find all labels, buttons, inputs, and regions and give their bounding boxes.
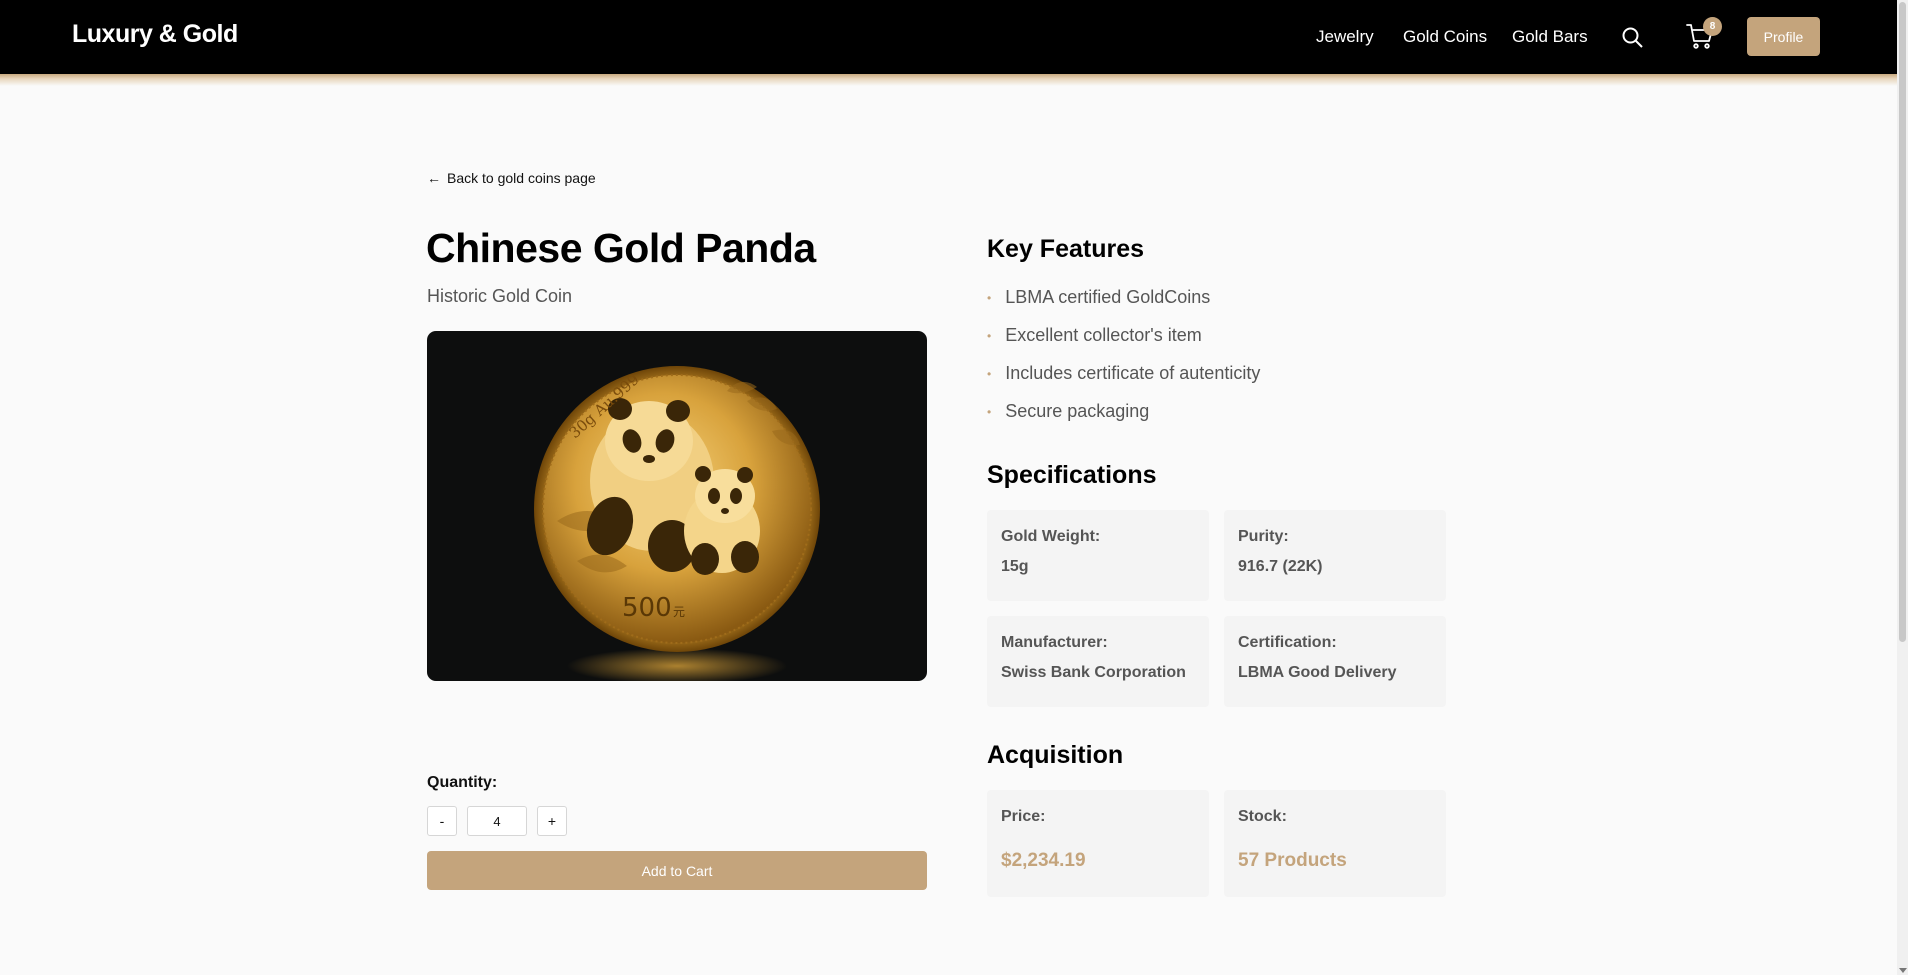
spec-value: 15g: [1001, 558, 1029, 575]
stock-value: 57 Products: [1238, 850, 1347, 871]
stock-card: Stock: 57 Products: [1224, 790, 1446, 897]
navbar: Luxury & Gold Jewelry Gold Coins Gold Ba…: [0, 0, 1897, 74]
scrollbar-thumb[interactable]: [1899, 2, 1906, 642]
key-features-list: • LBMA certified GoldCoins • Excellent col…: [987, 287, 1260, 439]
cart-count-badge: 8: [1703, 17, 1722, 36]
feature-item: • Secure packaging: [987, 401, 1260, 439]
profile-button[interactable]: Profile: [1747, 17, 1820, 56]
key-features-title: Key Features: [987, 235, 1145, 263]
scroll-down-arrow-icon[interactable]: [1899, 968, 1907, 973]
arrow-left-icon: ←: [427, 170, 441, 186]
bullet-dot-icon: •: [987, 405, 992, 419]
spec-card-purity: Purity: 916.7 (22K): [1224, 510, 1446, 601]
feature-item-text: Excellent collector's item: [1005, 325, 1202, 345]
price-card: Price: $2,234.19: [987, 790, 1209, 897]
back-link-label: Back to gold coins page: [447, 170, 596, 186]
product-title: Chinese Gold Panda: [426, 225, 816, 271]
spec-label: Purity:: [1238, 528, 1289, 545]
nav-link-jewelry[interactable]: Jewelry: [1316, 27, 1374, 47]
quantity-increment-button[interactable]: +: [537, 806, 567, 836]
spec-label: Manufacturer:: [1001, 634, 1108, 651]
product-image: 30g Au.999 500 元: [427, 331, 927, 681]
quantity-input[interactable]: [467, 806, 527, 836]
page-scrollbar[interactable]: [1897, 0, 1908, 975]
feature-item: • Includes certificate of autenticity: [987, 363, 1260, 401]
spec-value: LBMA Good Delivery: [1238, 664, 1397, 681]
back-link[interactable]: ← Back to gold coins page: [427, 170, 596, 186]
coin-unit-text: 元: [673, 605, 685, 619]
bullet-dot-icon: •: [987, 329, 992, 343]
price-value: $2,234.19: [1001, 850, 1086, 871]
quantity-label: Quantity:: [427, 774, 498, 791]
spec-value: Swiss Bank Corporation: [1001, 664, 1186, 681]
stock-label: Stock:: [1238, 808, 1287, 825]
spec-card-gold-weight: Gold Weight: 15g: [987, 510, 1209, 601]
brand-logo[interactable]: Luxury & Gold: [72, 20, 238, 49]
search-icon[interactable]: [1620, 25, 1644, 49]
spec-card-manufacturer: Manufacturer: Swiss Bank Corporation: [987, 616, 1209, 707]
spec-value: 916.7 (22K): [1238, 558, 1323, 575]
spec-card-certification: Certification: LBMA Good Delivery: [1224, 616, 1446, 707]
spec-label: Certification:: [1238, 634, 1337, 651]
feature-item: • LBMA certified GoldCoins: [987, 287, 1260, 325]
price-label: Price:: [1001, 808, 1046, 825]
feature-item-text: Secure packaging: [1005, 401, 1150, 421]
nav-link-gold-coins[interactable]: Gold Coins: [1403, 27, 1487, 47]
coin-value-text: 500: [622, 593, 672, 623]
product-subtitle: Historic Gold Coin: [427, 286, 573, 306]
feature-item-text: Includes certificate of autenticity: [1005, 363, 1261, 383]
quantity-decrement-button[interactable]: -: [427, 806, 457, 836]
feature-item-text: LBMA certified GoldCoins: [1005, 287, 1211, 307]
navbar-glow-divider: [0, 74, 1897, 86]
acquisition-title: Acquisition: [987, 741, 1124, 769]
feature-item: • Excellent collector's item: [987, 325, 1260, 363]
nav-link-gold-bars[interactable]: Gold Bars: [1512, 27, 1588, 47]
bullet-dot-icon: •: [987, 367, 992, 381]
bullet-dot-icon: •: [987, 291, 992, 305]
spec-label: Gold Weight:: [1001, 528, 1101, 545]
specifications-title: Specifications: [987, 461, 1157, 489]
gold-panda-coin-image: 30g Au.999 500 元: [534, 366, 820, 681]
add-to-cart-button[interactable]: Add to Cart: [427, 851, 927, 890]
